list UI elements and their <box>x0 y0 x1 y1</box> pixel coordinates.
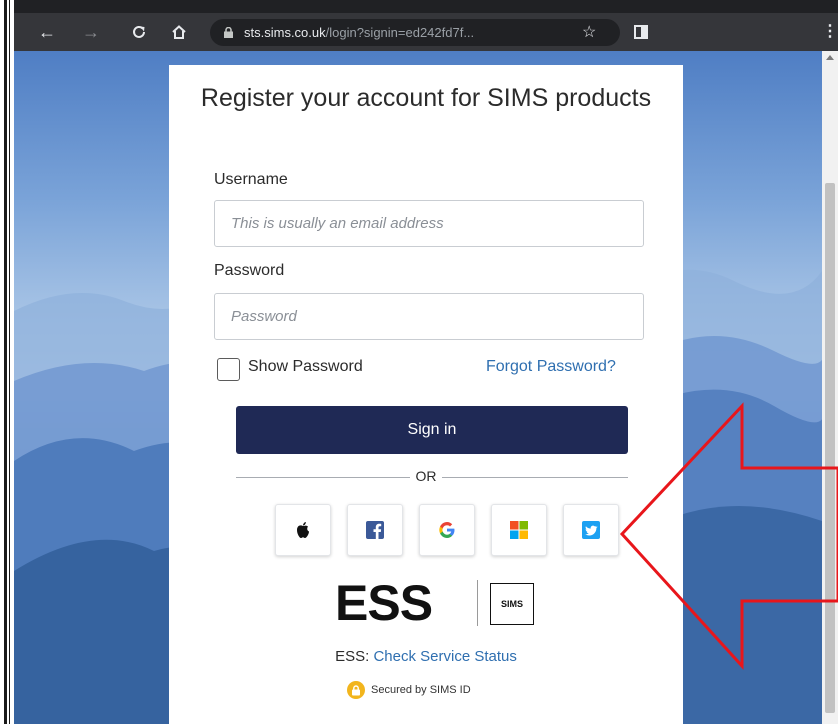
red-arrow-outline <box>619 402 838 670</box>
annotation-arrow <box>619 402 838 670</box>
screenshot: ← → sts.sims.co.uk/login?signin=ed242fd7… <box>0 0 838 724</box>
